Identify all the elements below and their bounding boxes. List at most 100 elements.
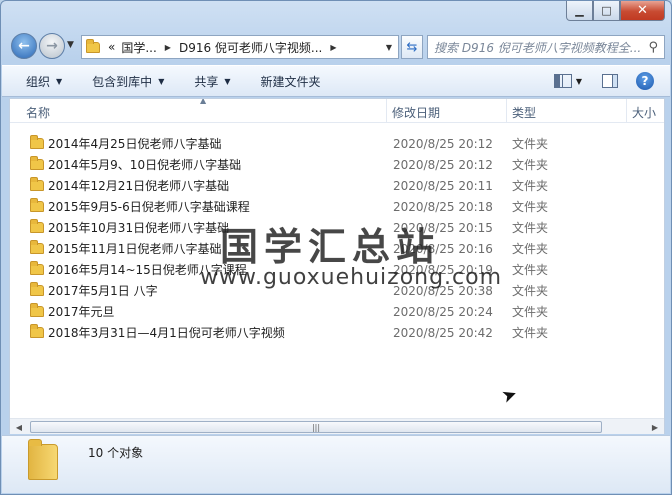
file-type: 文件夹: [512, 137, 549, 151]
refresh-button[interactable]: ⇆: [401, 35, 423, 59]
include-library-button[interactable]: 包含到库中 ▼: [92, 73, 164, 90]
file-type: 文件夹: [512, 179, 549, 193]
file-name: 2015年11月1日倪老师八字基础: [48, 242, 222, 256]
navigation-bar: ← → ▼ « 国学... ▶ D916 倪可老师八字视频... ▶ ▼ ⇆ 搜…: [9, 31, 665, 61]
minimize-icon: ▁: [575, 4, 584, 17]
file-type: 文件夹: [512, 200, 549, 214]
scrollbar-thumb[interactable]: |||: [30, 421, 602, 433]
folder-icon: [86, 38, 100, 53]
file-type: 文件夹: [512, 326, 549, 340]
table-row[interactable]: 2018年3月31日—4月1日倪可老师八字视频 2020/8/25 20:42 文件…: [10, 322, 664, 343]
column-divider[interactable]: [626, 99, 627, 123]
file-type: 文件夹: [512, 158, 549, 172]
folder-icon: [30, 324, 44, 338]
file-name: 2017年5月1日 八字: [48, 284, 158, 298]
minimize-button[interactable]: ▁: [566, 1, 593, 21]
maximize-button[interactable]: □: [593, 1, 620, 21]
search-input[interactable]: 搜索 D916 倪可老师八字视频教程全...: [434, 39, 648, 56]
column-header-type[interactable]: 类型: [512, 104, 536, 121]
breadcrumb-item[interactable]: 国学...: [121, 39, 156, 56]
file-type: 文件夹: [512, 284, 549, 298]
column-divider[interactable]: [386, 99, 387, 123]
file-date: 2020/8/25 20:42: [393, 325, 493, 340]
table-row[interactable]: 2014年4月25日倪老师八字基础 2020/8/25 20:12 文件夹: [10, 133, 664, 154]
file-date: 2020/8/25 20:12: [393, 136, 493, 151]
command-bar: 组织 ▼ 包含到库中 ▼ 共享 ▼ 新建文件夹 ▼ ?: [2, 65, 670, 97]
organize-label: 组织: [26, 74, 51, 89]
watermark-text: 国学汇总站: [220, 225, 441, 269]
help-icon[interactable]: ?: [636, 72, 654, 90]
search-icon[interactable]: ⚲: [648, 40, 658, 55]
breadcrumb-overflow[interactable]: «: [108, 40, 115, 54]
folder-icon: [30, 198, 44, 212]
folder-icon: [30, 303, 44, 317]
preview-pane-icon[interactable]: [602, 74, 618, 88]
table-row[interactable]: 2014年5月9、10日倪老师八字基础 2020/8/25 20:12 文件夹: [10, 154, 664, 175]
table-row[interactable]: 2017年元旦 2020/8/25 20:24 文件夹: [10, 301, 664, 322]
caption-buttons: ▁ □ ✕: [566, 1, 665, 21]
chevron-right-icon[interactable]: ▶: [165, 43, 171, 52]
file-list: ▲ 名称 修改日期 类型 大小 2014年4月25日倪老师八字基础 2020/8/…: [9, 98, 665, 434]
explorer-window: ▁ □ ✕ ← → ▼ « 国学... ▶ D916 倪可老师八字视频... ▶…: [0, 0, 672, 495]
scroll-right-icon[interactable]: ▶: [647, 420, 663, 434]
chevron-down-icon: ▼: [224, 76, 231, 86]
file-name: 2017年元旦: [48, 305, 115, 319]
column-header-size[interactable]: 大小: [632, 104, 656, 121]
maximize-icon: □: [601, 4, 612, 17]
file-name: 2014年12月21日倪老师八字基础: [48, 179, 230, 193]
close-icon: ✕: [637, 3, 648, 18]
refresh-icon: ⇆: [406, 39, 418, 55]
search-box[interactable]: 搜索 D916 倪可老师八字视频教程全... ⚲: [427, 35, 665, 59]
chevron-down-icon: ▼: [56, 76, 63, 86]
column-headers: ▲ 名称 修改日期 类型 大小: [10, 99, 664, 123]
file-name: 2014年5月9、10日倪老师八字基础: [48, 158, 242, 172]
back-button[interactable]: ←: [11, 33, 37, 59]
folder-icon: [30, 135, 44, 149]
new-folder-label: 新建文件夹: [260, 74, 321, 89]
watermark-url: www.guoxuehuizong.com: [200, 265, 503, 290]
item-count: 10 个对象: [88, 446, 144, 460]
file-date: 2020/8/25 20:18: [393, 199, 493, 214]
address-bar[interactable]: « 国学... ▶ D916 倪可老师八字视频... ▶ ▼: [81, 35, 399, 59]
file-type: 文件夹: [512, 242, 549, 256]
folder-icon: [30, 156, 44, 170]
table-row[interactable]: 2015年9月5-6日倪老师八字基础课程 2020/8/25 20:18 文件夹: [10, 196, 664, 217]
folder-icon: [30, 177, 44, 191]
forward-arrow-icon: →: [46, 38, 58, 54]
view-options-icon[interactable]: [553, 74, 572, 88]
file-date: 2020/8/25 20:11: [393, 178, 493, 193]
column-header-name[interactable]: 名称: [26, 104, 50, 121]
new-folder-button[interactable]: 新建文件夹: [261, 73, 321, 90]
file-type: 文件夹: [512, 305, 549, 319]
file-type: 文件夹: [512, 263, 549, 277]
file-name: 2015年10月31日倪老师八字基础: [48, 221, 230, 235]
table-row[interactable]: 2014年12月21日倪老师八字基础 2020/8/25 20:11 文件夹: [10, 175, 664, 196]
forward-button[interactable]: →: [39, 33, 65, 59]
column-divider[interactable]: [506, 99, 507, 123]
grip-icon: |||: [311, 422, 321, 432]
share-button[interactable]: 共享 ▼: [194, 73, 230, 90]
large-folder-icon: [28, 439, 58, 480]
chevron-down-icon[interactable]: ▼: [576, 77, 582, 86]
organize-button[interactable]: 组织 ▼: [26, 73, 62, 90]
recent-pages-dropdown[interactable]: ▼: [67, 40, 74, 50]
chevron-down-icon[interactable]: ▼: [386, 43, 392, 52]
details-pane: 10 个对象: [2, 435, 670, 493]
close-button[interactable]: ✕: [620, 1, 665, 21]
file-name: 2014年4月25日倪老师八字基础: [48, 137, 222, 151]
include-library-label: 包含到库中: [92, 74, 153, 89]
horizontal-scrollbar[interactable]: ◀ ||| ▶: [10, 418, 664, 434]
mouse-cursor-icon: ➤: [498, 383, 521, 408]
breadcrumb-item[interactable]: D916 倪可老师八字视频...: [179, 39, 322, 56]
file-date: 2020/8/25 20:12: [393, 157, 493, 172]
folder-icon: [30, 282, 44, 296]
file-type: 文件夹: [512, 221, 549, 235]
column-header-date[interactable]: 修改日期: [392, 104, 440, 121]
toolbar-right: ▼ ?: [553, 72, 654, 90]
folder-icon: [30, 240, 44, 254]
share-label: 共享: [194, 74, 219, 89]
chevron-down-icon: ▼: [158, 76, 165, 86]
scroll-left-icon[interactable]: ◀: [11, 420, 27, 434]
folder-icon: [30, 261, 44, 275]
chevron-right-icon[interactable]: ▶: [330, 43, 336, 52]
